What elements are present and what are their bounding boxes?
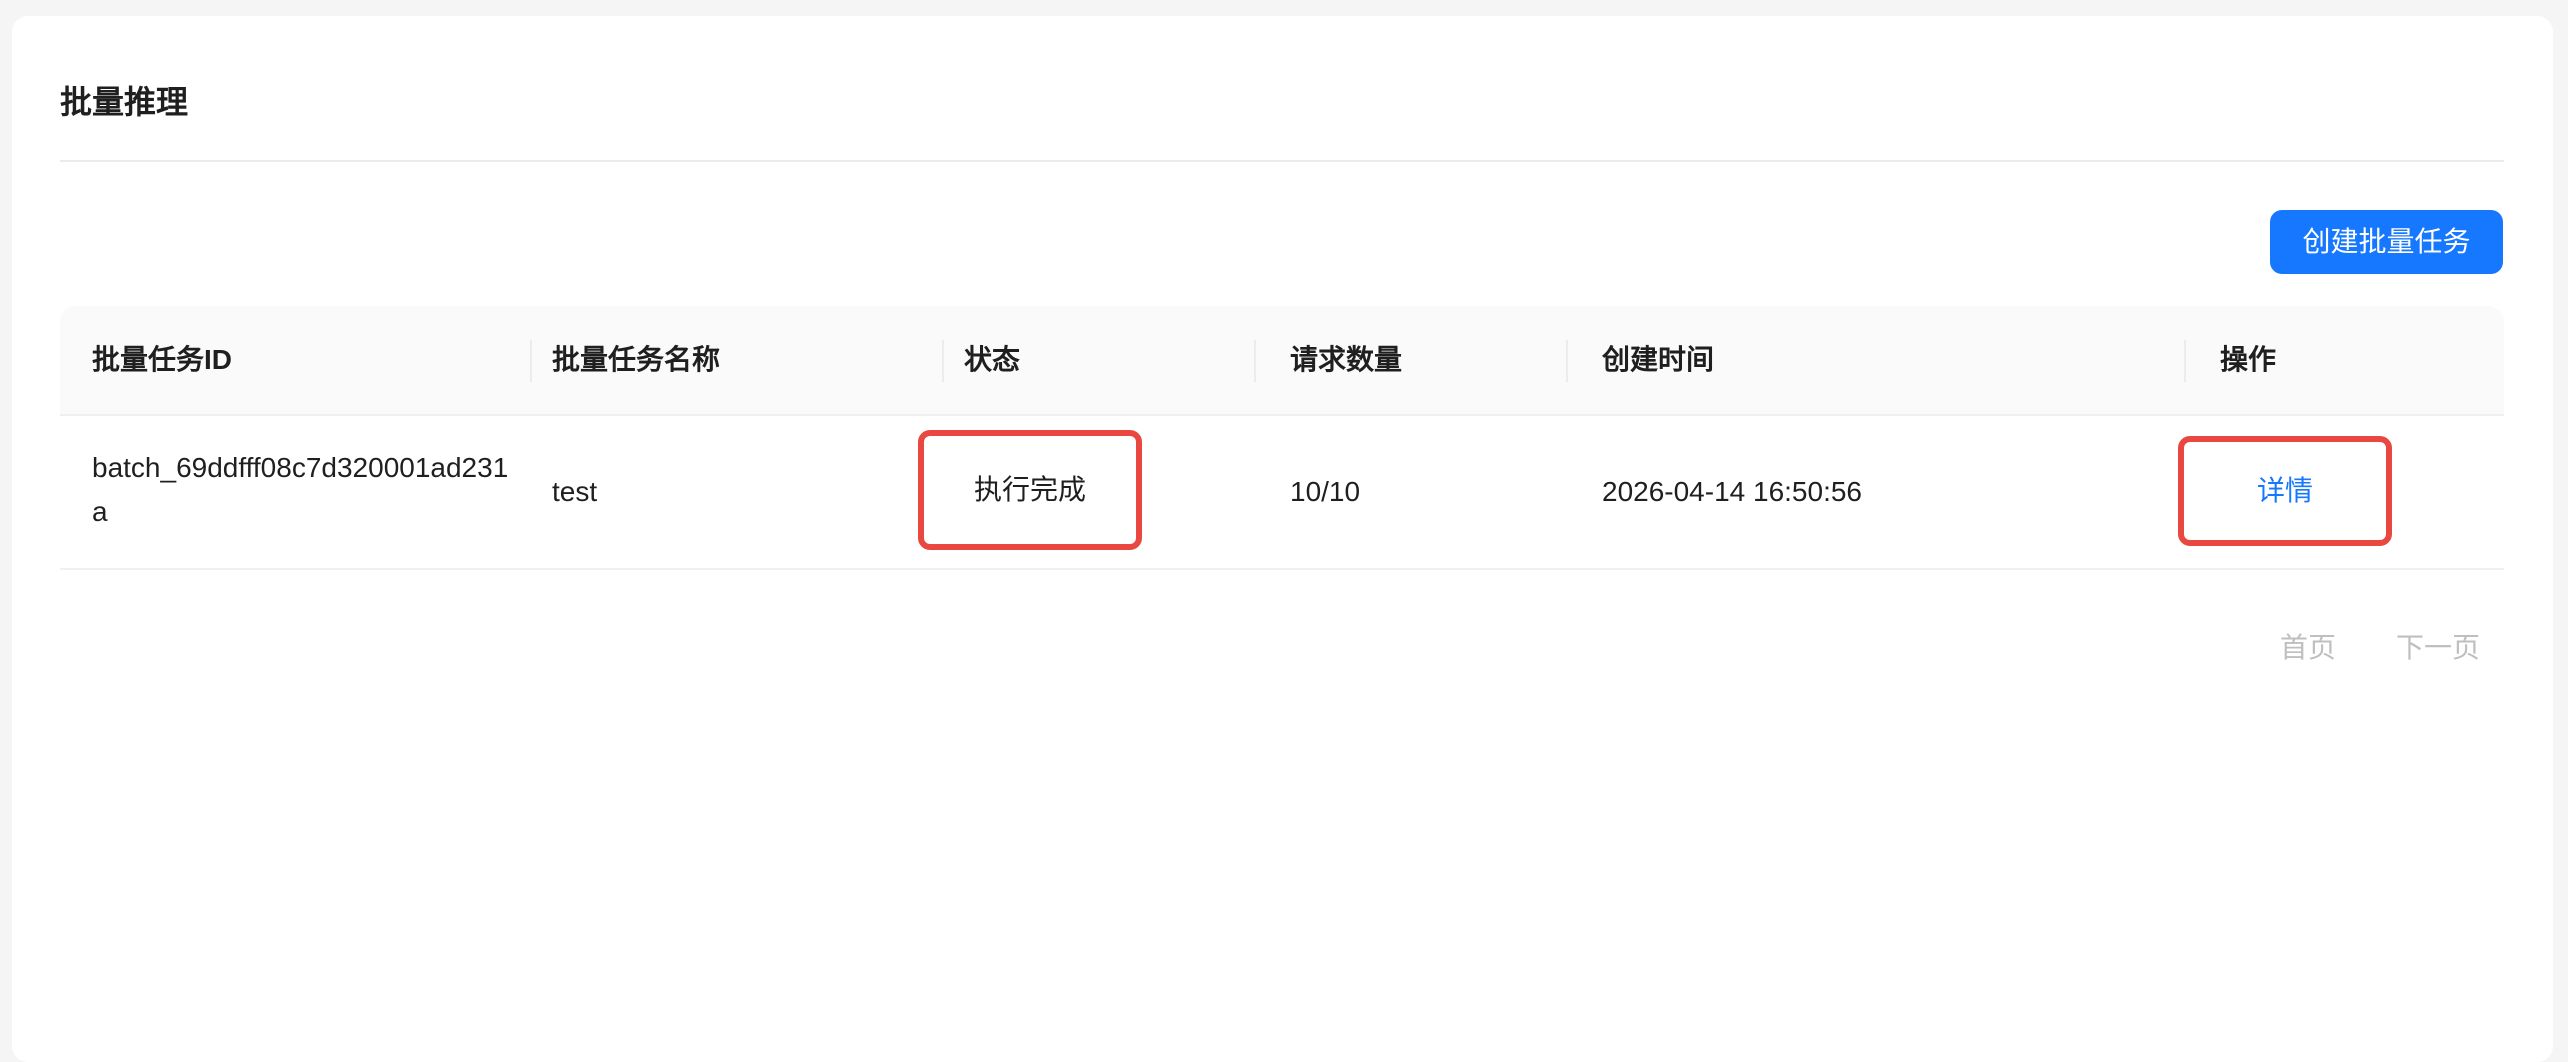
title-divider [60,160,2504,162]
cell-task-id: batch_69ddfff08c7d320001ad231a [92,452,509,527]
cell-status: 执行完成 [973,474,1086,505]
column-header-actions: 操作 [2220,344,2277,375]
column-header-task-name: 批量任务名称 [552,344,721,375]
action-highlight-box: 详情 [2178,436,2392,546]
cell-task-name: test [552,476,598,507]
column-divider [942,340,944,382]
batch-task-table: 批量任务ID 批量任务名称 状态 请求数量 创建时间 操作 batch_69dd… [60,306,2504,570]
pagination-first-page[interactable]: 首页 [2280,626,2336,670]
page-title: 批量推理 [60,84,189,120]
cell-request-count: 10/10 [1290,476,1361,507]
column-header-status: 状态 [964,344,1021,375]
table-row: batch_69ddfff08c7d320001ad231a test 执行完成… [60,416,2504,570]
column-header-request-count: 请求数量 [1290,344,1403,375]
column-divider [1254,340,1256,382]
column-header-task-id: 批量任务ID [92,344,233,375]
column-divider [1566,340,1568,382]
batch-inference-panel: 批量推理 创建批量任务 批量任务ID 批量任务名称 状态 请求数量 创建时间 操… [12,16,2553,1062]
column-divider [2184,340,2186,382]
table-header: 批量任务ID 批量任务名称 状态 请求数量 创建时间 操作 [60,306,2504,416]
status-highlight-box: 执行完成 [918,430,1142,550]
detail-link[interactable]: 详情 [2257,475,2313,506]
pagination-next-page[interactable]: 下一页 [2396,626,2480,670]
cell-created-at: 2026-04-14 16:50:56 [1602,476,1862,507]
column-header-created-at: 创建时间 [1602,344,1715,375]
column-divider [530,340,532,382]
create-batch-task-button[interactable]: 创建批量任务 [2270,210,2503,274]
